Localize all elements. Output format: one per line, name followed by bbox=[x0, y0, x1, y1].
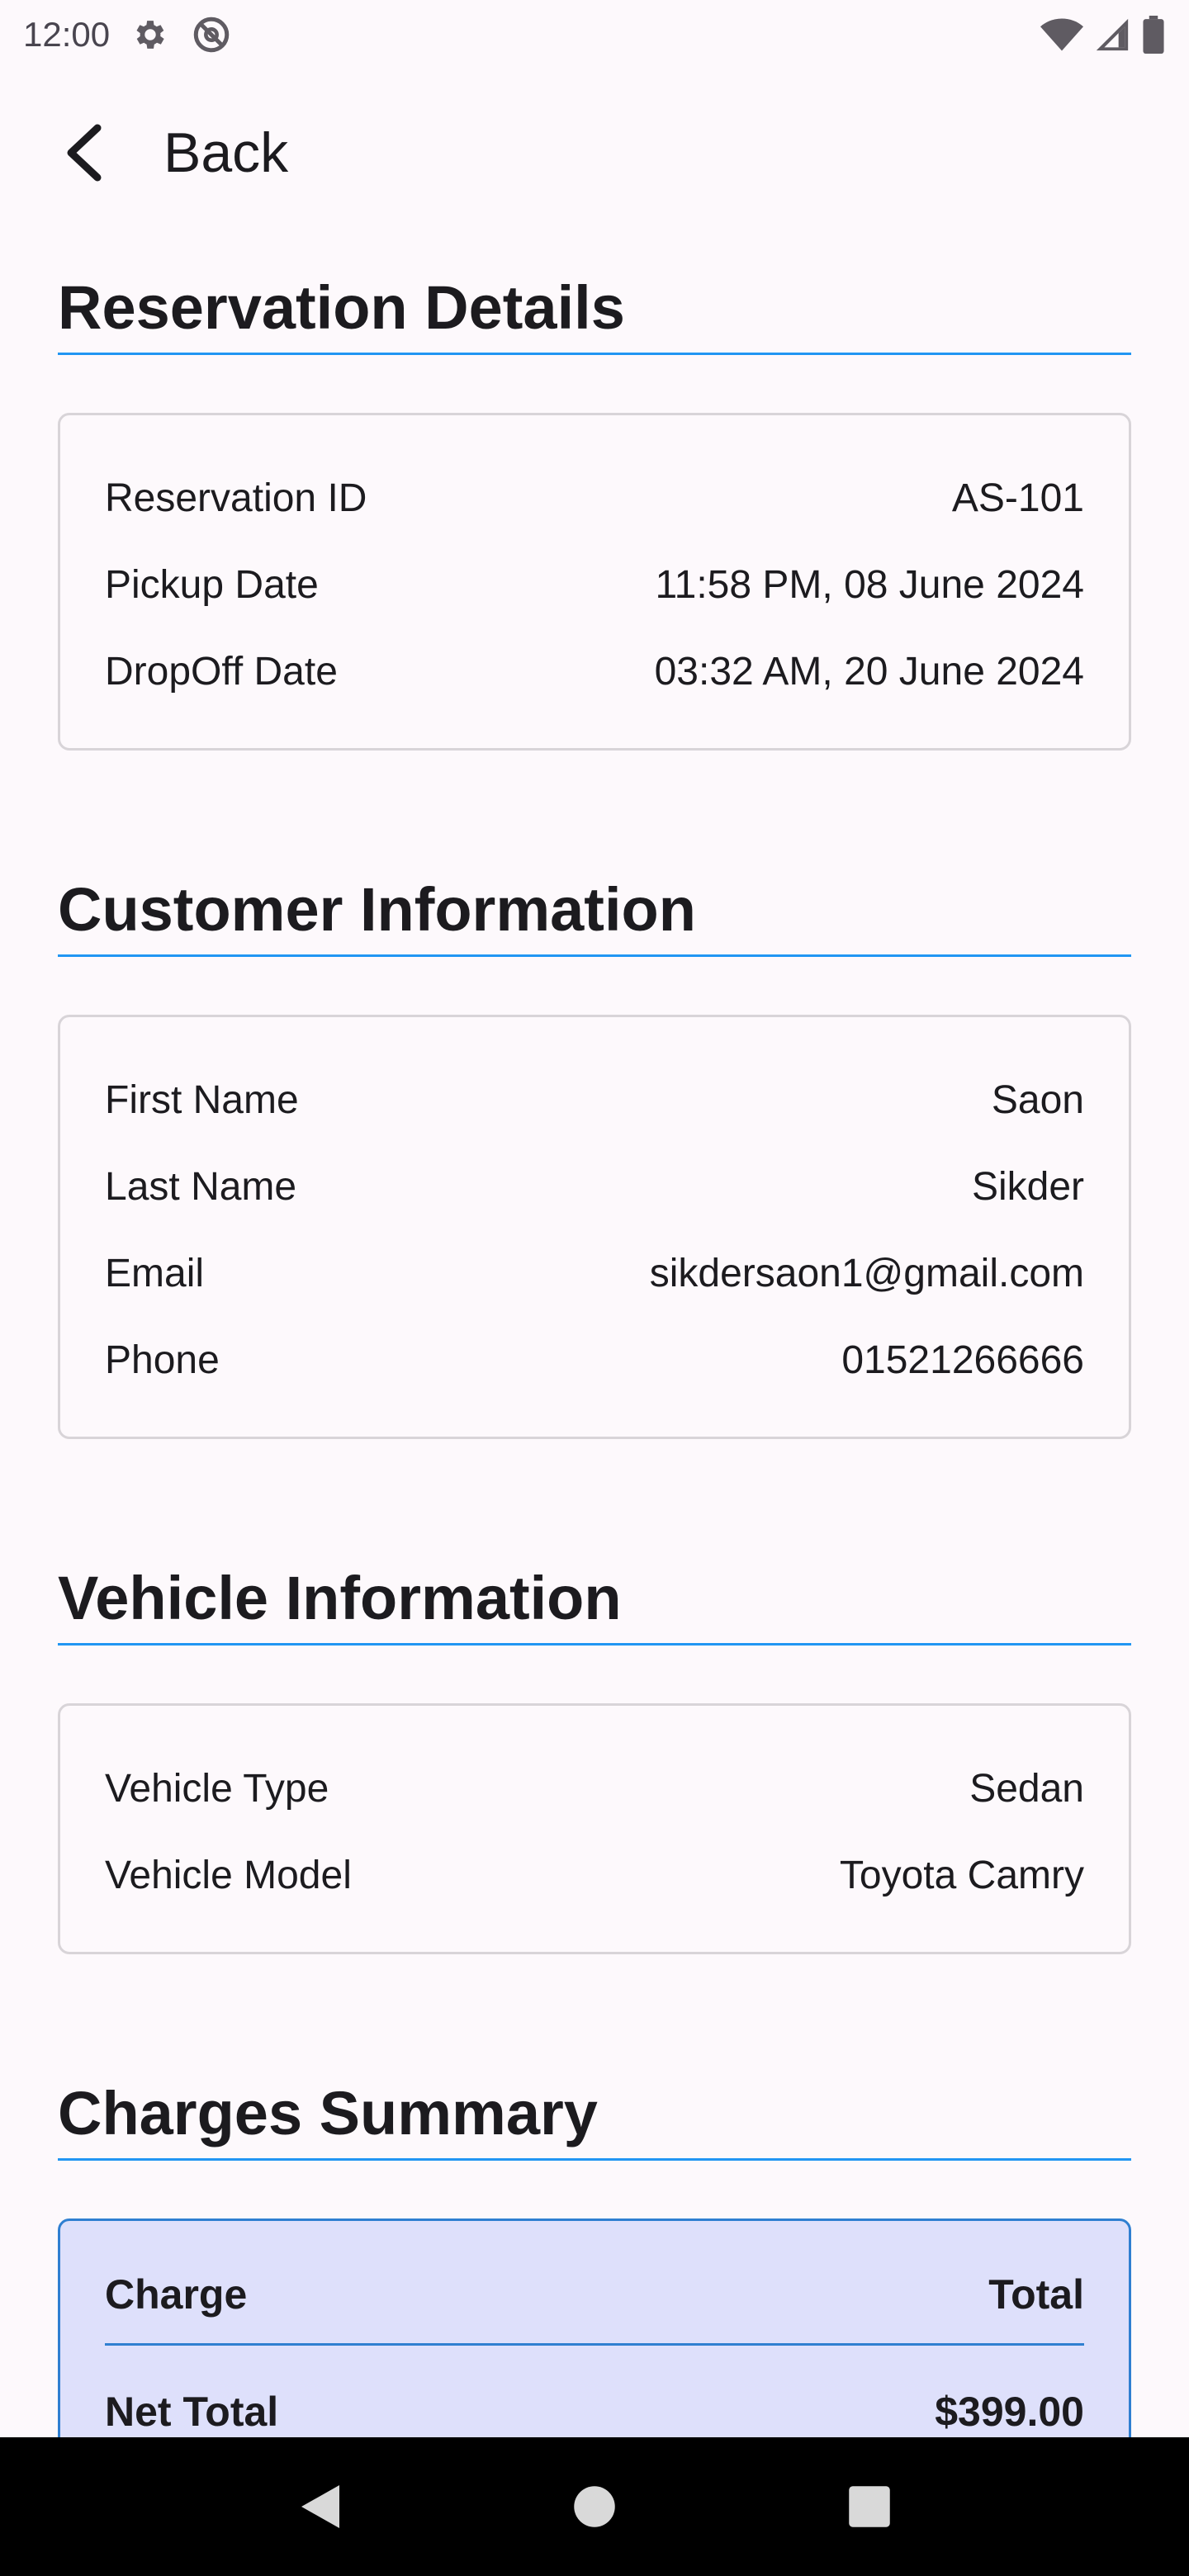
reservation-title: Reservation Details bbox=[58, 272, 1131, 356]
total-column-header: Total bbox=[988, 2271, 1084, 2318]
nav-recents-icon[interactable] bbox=[847, 2484, 892, 2529]
vehicle-card: Vehicle Type Sedan Vehicle Model Toyota … bbox=[58, 1703, 1131, 1955]
nav-back-button[interactable] bbox=[287, 2474, 353, 2540]
row-label: Phone bbox=[105, 1338, 220, 1383]
row-value: Sikder bbox=[971, 1165, 1084, 1210]
status-bar-left: 12:00 bbox=[23, 14, 232, 55]
charges-header-row: Charge Total bbox=[105, 2246, 1084, 2346]
system-nav-bar bbox=[0, 2437, 1189, 2576]
row-label: Pickup Date bbox=[105, 563, 319, 608]
row-label: First Name bbox=[105, 1078, 299, 1123]
chevron-left-icon[interactable] bbox=[61, 123, 107, 182]
status-time: 12:00 bbox=[23, 15, 111, 54]
charges-title: Charges Summary bbox=[58, 2078, 1131, 2162]
vehicle-model-row: Vehicle Model Toyota Camry bbox=[105, 1832, 1084, 1919]
customer-card: First Name Saon Last Name Sikder Email s… bbox=[58, 1015, 1131, 1440]
no-disturb-icon bbox=[191, 14, 232, 55]
nav-home-icon[interactable] bbox=[572, 2484, 617, 2529]
back-label[interactable]: Back bbox=[163, 121, 288, 185]
status-bar-right bbox=[1040, 16, 1166, 54]
last-name-row: Last Name Sikder bbox=[105, 1144, 1084, 1230]
status-bar: 12:00 bbox=[0, 0, 1189, 69]
vehicle-section: Vehicle Information Vehicle Type Sedan V… bbox=[58, 1563, 1131, 1955]
reservation-id-row: Reservation ID AS-101 bbox=[105, 455, 1084, 542]
customer-section: Customer Information First Name Saon Las… bbox=[58, 874, 1131, 1440]
row-value: 11:58 PM, 08 June 2024 bbox=[655, 563, 1085, 608]
row-value: Sedan bbox=[969, 1767, 1084, 1811]
phone-row: Phone 01521266666 bbox=[105, 1317, 1084, 1404]
customer-title: Customer Information bbox=[58, 874, 1131, 958]
row-value: sikdersaon1@gmail.com bbox=[649, 1252, 1084, 1296]
back-button[interactable] bbox=[54, 123, 114, 182]
row-label: Reservation ID bbox=[105, 476, 367, 521]
row-value: 03:32 AM, 20 June 2024 bbox=[654, 650, 1084, 694]
reservation-section: Reservation Details Reservation ID AS-10… bbox=[58, 272, 1131, 751]
row-label: Email bbox=[105, 1252, 205, 1296]
pickup-date-row: Pickup Date 11:58 PM, 08 June 2024 bbox=[105, 542, 1084, 628]
row-label: Vehicle Model bbox=[105, 1854, 352, 1898]
row-label: Last Name bbox=[105, 1165, 297, 1210]
nav-back-icon[interactable] bbox=[296, 2482, 343, 2531]
wifi-icon bbox=[1040, 16, 1083, 54]
vehicle-title: Vehicle Information bbox=[58, 1563, 1131, 1646]
row-label: DropOff Date bbox=[105, 650, 338, 694]
email-row: Email sikdersaon1@gmail.com bbox=[105, 1230, 1084, 1317]
app-bar: Back bbox=[0, 91, 1189, 215]
nav-recents-button[interactable] bbox=[836, 2474, 902, 2540]
row-value: Toyota Camry bbox=[839, 1854, 1084, 1898]
first-name-row: First Name Saon bbox=[105, 1057, 1084, 1144]
battery-icon bbox=[1141, 16, 1166, 54]
signal-icon bbox=[1093, 16, 1131, 54]
charge-column-header: Charge bbox=[105, 2271, 248, 2318]
row-label: Vehicle Type bbox=[105, 1767, 329, 1811]
dropoff-date-row: DropOff Date 03:32 AM, 20 June 2024 bbox=[105, 628, 1084, 715]
nav-home-button[interactable] bbox=[561, 2474, 628, 2540]
row-value: 01521266666 bbox=[841, 1338, 1084, 1383]
main-content: Reservation Details Reservation ID AS-10… bbox=[58, 272, 1131, 2566]
reservation-card: Reservation ID AS-101 Pickup Date 11:58 … bbox=[58, 413, 1131, 751]
vehicle-type-row: Vehicle Type Sedan bbox=[105, 1745, 1084, 1832]
net-total-label: Net Total bbox=[105, 2389, 279, 2436]
row-value: AS-101 bbox=[951, 476, 1084, 521]
net-total-value: $399.00 bbox=[935, 2389, 1084, 2436]
row-value: Saon bbox=[991, 1078, 1084, 1123]
gear-icon bbox=[131, 16, 169, 54]
